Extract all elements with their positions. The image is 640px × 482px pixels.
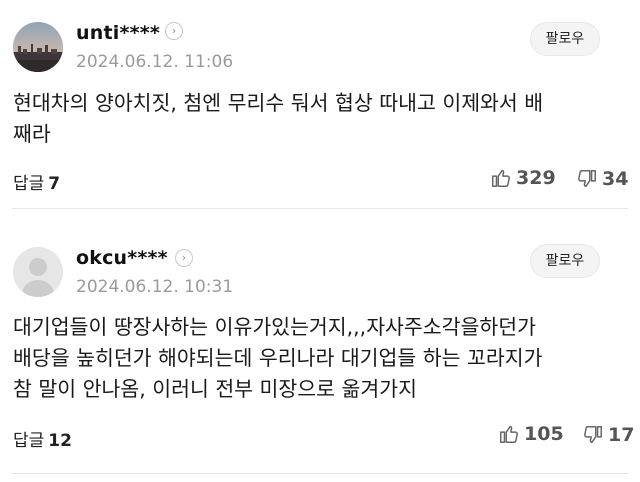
reply-count: 7 [48,174,61,194]
reply-button[interactable]: 답글 7 [13,169,60,194]
reply-label: 답글 [13,431,45,451]
comment-text: 대기업들이 땅장사하는 이유가있는거지,,,자사주소각을하던가 배당을 높히던가… [13,315,543,401]
chevron-right-icon[interactable]: › [165,22,183,40]
reply-count: 12 [48,431,72,451]
avatar[interactable] [13,247,63,297]
comment-date: 2024.06.12. 11:06 [76,52,234,72]
like-count: 329 [516,167,556,189]
thumbs-up-icon [500,425,518,443]
comment-item: unti**** › 2024.06.12. 11:06 팔로우 현대차의 양아… [0,0,640,208]
comment-divider [12,473,628,474]
reply-button[interactable]: 답글 12 [13,426,72,451]
thumbs-down-icon [578,170,596,188]
comment-item: okcu**** › 2024.06.12. 10:31 팔로우 대기업들이 땅… [0,209,640,473]
comment-text: 현대차의 양아치짓, 첨엔 무리수 둬서 협상 따내고 이제와서 배 째라 [13,91,544,146]
default-user-icon [13,247,63,297]
dislike-button[interactable]: 17 [582,424,634,446]
dislike-button[interactable]: 34 [576,168,628,190]
follow-button[interactable]: 팔로우 [530,244,600,278]
dislike-count: 17 [608,424,635,446]
thumbs-up-icon [492,169,510,187]
thumbs-down-icon [584,426,602,444]
username[interactable]: unti**** [76,22,160,44]
dislike-count: 34 [602,168,629,190]
avatar[interactable] [13,22,63,72]
chevron-right-icon[interactable]: › [175,249,193,267]
comment-date: 2024.06.12. 10:31 [76,277,234,297]
reply-label: 답글 [13,174,45,194]
like-button[interactable]: 105 [498,423,564,445]
city-skyline-avatar-image [13,22,63,72]
username[interactable]: okcu**** [76,247,168,269]
like-button[interactable]: 329 [490,167,556,189]
follow-button[interactable]: 팔로우 [530,22,600,56]
like-count: 105 [524,423,564,445]
